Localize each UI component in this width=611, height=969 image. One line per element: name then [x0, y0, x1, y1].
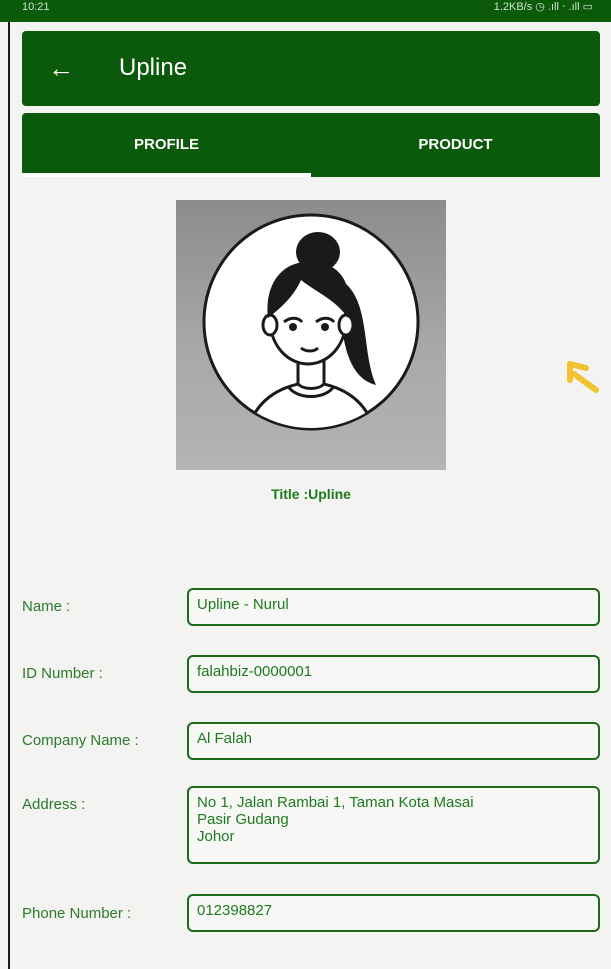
app-bar: ← Upline: [22, 31, 600, 106]
id-number-label: ID Number :: [22, 665, 103, 682]
address-field[interactable]: No 1, Jalan Rambai 1, Taman Kota Masai P…: [187, 786, 600, 864]
name-field[interactable]: Upline - Nurul: [187, 588, 600, 626]
id-number-field[interactable]: falahbiz-0000001: [187, 655, 600, 693]
profile-title: Title :Upline: [271, 486, 351, 502]
profile-picture: [176, 200, 446, 470]
address-label: Address :: [22, 796, 86, 813]
page-title: Upline: [119, 54, 188, 81]
status-bar: 10:21 1.2KB/s ◷ .ıll ‧ .ıll ▭: [0, 0, 611, 22]
phone-number-label: Phone Number :: [22, 905, 132, 922]
phone-number-field[interactable]: 012398827: [187, 894, 600, 932]
status-time: 10:21: [22, 1, 50, 13]
status-indicators: 1.2KB/s ◷ .ıll ‧ .ıll ▭: [493, 1, 593, 13]
tab-bar: PROFILE PRODUCT: [22, 113, 600, 177]
company-name-field[interactable]: Al Falah: [187, 722, 600, 760]
woman-avatar-icon: [202, 213, 420, 431]
arrow-left-icon[interactable]: ←: [48, 53, 74, 83]
window-edge: [8, 22, 10, 969]
name-label: Name :: [22, 598, 71, 615]
tab-product[interactable]: PRODUCT: [311, 113, 600, 177]
pointer-arrow-icon: [567, 361, 599, 393]
tab-profile[interactable]: PROFILE: [22, 113, 311, 177]
tab-indicator: [22, 173, 311, 177]
company-name-label: Company Name :: [22, 732, 139, 749]
